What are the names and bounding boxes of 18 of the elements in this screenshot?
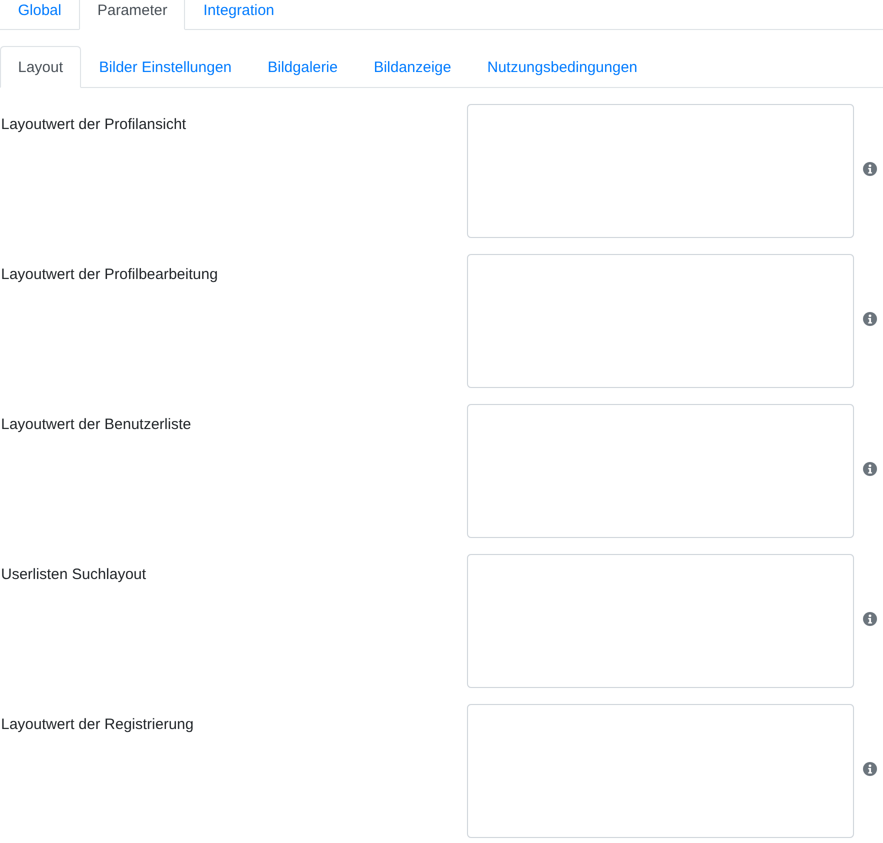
tab[interactable]: Bildanzeige bbox=[356, 46, 470, 88]
tab[interactable]: Bilder Einstellungen bbox=[81, 46, 250, 88]
tab[interactable]: Integration bbox=[185, 0, 292, 30]
info-icon[interactable] bbox=[863, 462, 877, 476]
info-icon[interactable] bbox=[863, 612, 877, 626]
info-icon[interactable] bbox=[863, 312, 877, 326]
tab[interactable]: Global bbox=[0, 0, 80, 30]
field-label: Userlisten Suchlayout bbox=[0, 565, 148, 583]
field-label: Layoutwert der Profilansicht bbox=[0, 115, 188, 133]
tab[interactable]: Layout bbox=[0, 46, 82, 88]
info-icon[interactable] bbox=[863, 162, 877, 176]
field-label: Layoutwert der Profilbearbeitung bbox=[0, 265, 219, 283]
tab[interactable]: Nutzungsbedingungen bbox=[469, 46, 656, 88]
tab[interactable]: Parameter bbox=[79, 0, 186, 30]
info-icon[interactable] bbox=[863, 762, 877, 776]
field-label: Layoutwert der Registrierung bbox=[0, 715, 195, 733]
tab[interactable]: Bildgalerie bbox=[250, 46, 356, 88]
field-label: Layoutwert der Benutzerliste bbox=[0, 415, 192, 433]
